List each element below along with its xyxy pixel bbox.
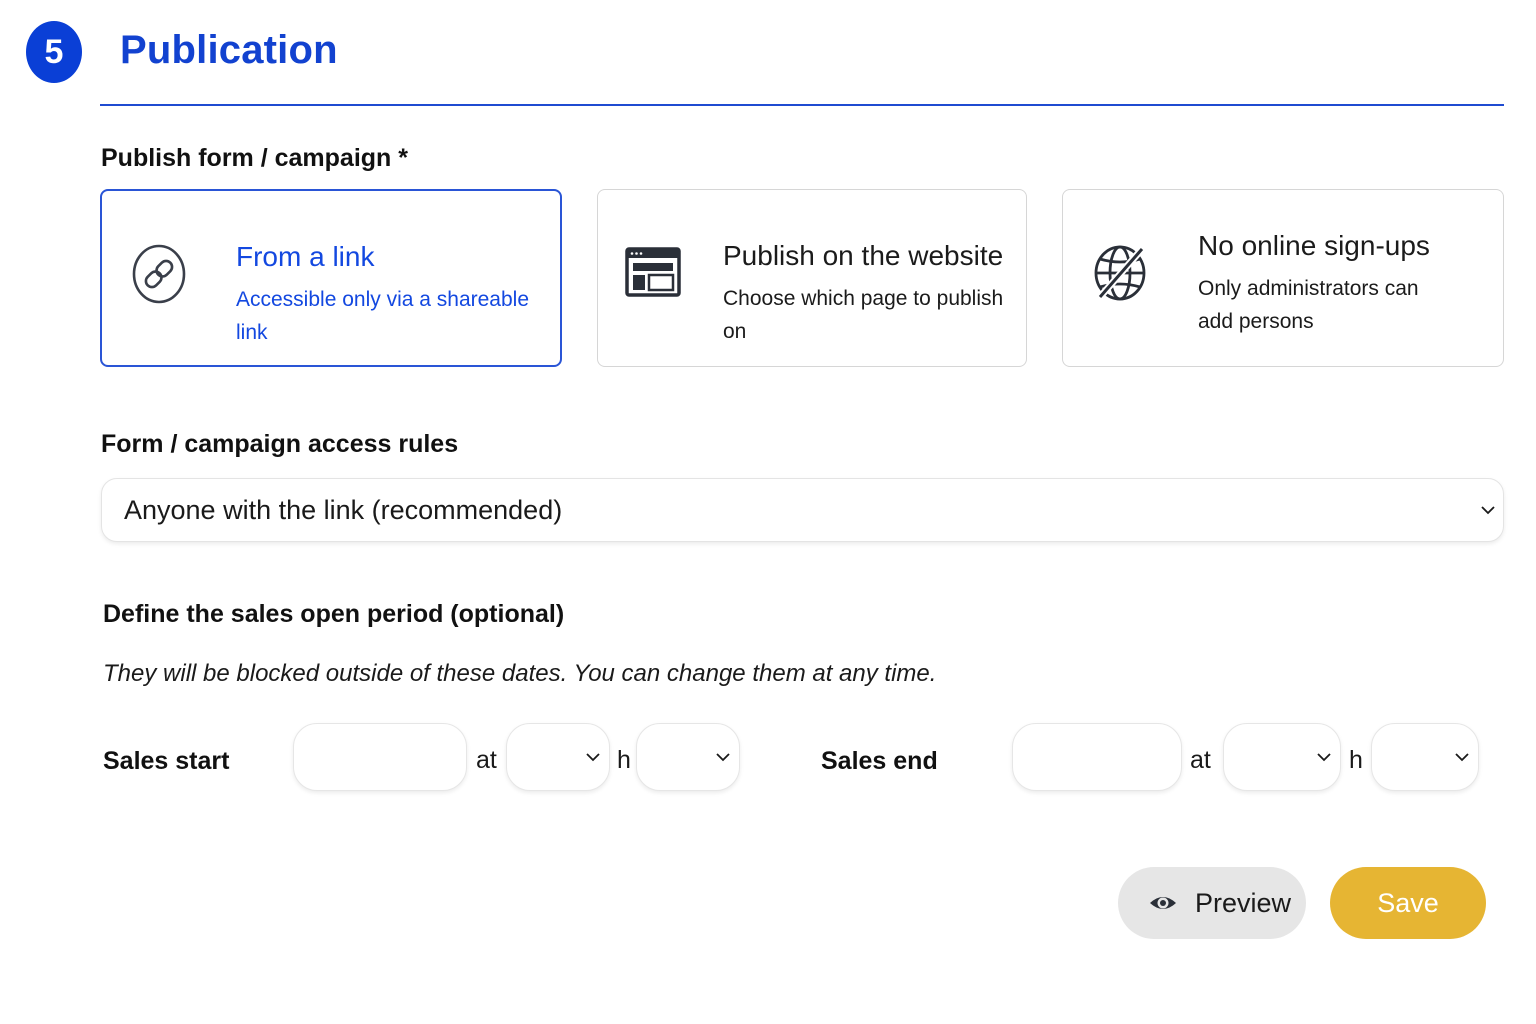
option-no-online-signups[interactable]: No online sign-ups Only administrators c… — [1062, 189, 1504, 367]
preview-button[interactable]: Preview — [1118, 867, 1306, 939]
step-number-badge: 5 — [26, 21, 82, 83]
sales-period-label: Define the sales open period (optional) — [103, 600, 565, 628]
option-description: Choose which page to publish on — [723, 287, 1004, 343]
eye-icon — [1150, 897, 1176, 909]
access-rules-value: Anyone with the link (recommended) — [124, 494, 563, 525]
access-rules-label: Form / campaign access rules — [101, 430, 459, 458]
option-from-link[interactable]: From a link Accessible only via a sharea… — [100, 189, 562, 367]
sales-end-hour-select[interactable] — [1223, 723, 1341, 791]
chevron-down-icon — [586, 753, 600, 762]
option-description: Accessible only via a shareable link — [236, 288, 529, 344]
chevron-down-icon — [716, 753, 730, 762]
sales-start-at-label: at — [476, 746, 497, 774]
option-title: Publish on the website — [723, 240, 1004, 271]
save-button[interactable]: Save — [1330, 867, 1486, 939]
preview-button-label: Preview — [1195, 887, 1292, 918]
chevron-down-icon — [1317, 753, 1331, 762]
step-number: 5 — [44, 32, 64, 71]
sales-end-label: Sales end — [821, 747, 938, 775]
sales-end-h-label: h — [1349, 746, 1363, 774]
chevron-down-icon — [1455, 753, 1469, 762]
access-rules-select[interactable]: Anyone with the link (recommended) — [101, 478, 1504, 542]
sales-end-minute-select[interactable] — [1371, 723, 1479, 791]
sales-start-date-input[interactable] — [293, 723, 467, 791]
section-title: Publication — [120, 28, 338, 72]
globe-off-icon — [1092, 243, 1148, 303]
option-publish-website[interactable]: Publish on the website Choose which page… — [597, 189, 1027, 367]
option-title: From a link — [236, 241, 375, 272]
sales-start-hour-select[interactable] — [506, 723, 610, 791]
save-button-label: Save — [1377, 887, 1439, 918]
chevron-down-icon — [1481, 506, 1495, 515]
option-description-line1: Only administrators can — [1198, 277, 1419, 300]
title-divider — [100, 104, 1504, 106]
sales-end-date-input[interactable] — [1012, 723, 1182, 791]
browser-window-icon — [625, 246, 681, 298]
sales-start-label: Sales start — [103, 747, 230, 775]
sales-period-help: They will be blocked outside of these da… — [103, 660, 937, 687]
option-title: No online sign-ups — [1198, 230, 1430, 261]
publish-label: Publish form / campaign * — [101, 144, 408, 172]
sales-start-h-label: h — [617, 746, 631, 774]
sales-end-at-label: at — [1190, 746, 1211, 774]
option-description-line2: add persons — [1198, 310, 1314, 333]
link-icon — [131, 243, 187, 305]
sales-start-minute-select[interactable] — [636, 723, 740, 791]
